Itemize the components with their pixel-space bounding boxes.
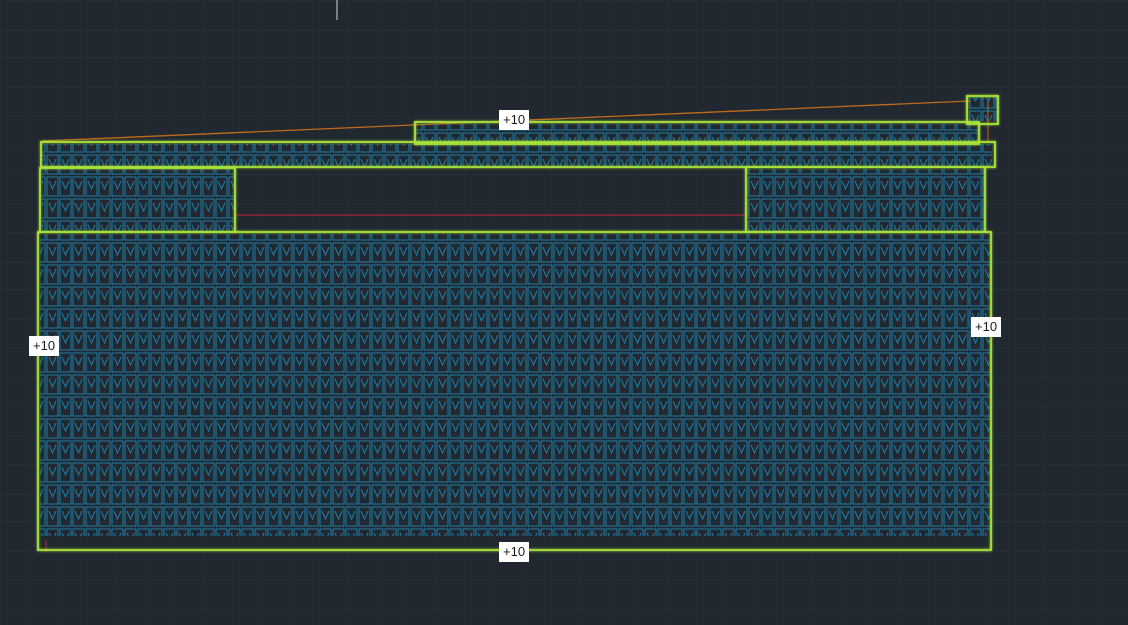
tile-fill-corner: [969, 97, 997, 121]
tile-fill-left-block: [42, 169, 234, 231]
level-tag-top[interactable]: +10: [499, 110, 530, 130]
level-tag-left[interactable]: +10: [29, 336, 60, 356]
drawing-area[interactable]: [0, 0, 1128, 625]
cad-viewport[interactable]: +10 +10 +10 +10: [0, 0, 1128, 625]
tile-fill-right-block: [747, 169, 984, 231]
tile-fill-wide-strip: [42, 144, 992, 166]
level-tag-right[interactable]: +10: [971, 317, 1002, 337]
level-tag-bottom[interactable]: +10: [499, 542, 530, 562]
tile-fill-main-block: [40, 234, 990, 536]
